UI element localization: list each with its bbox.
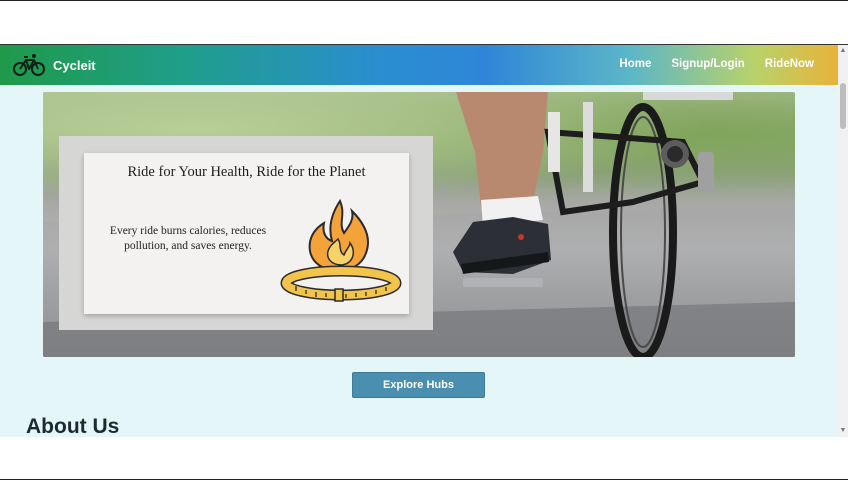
scroll-up-icon[interactable]: ▲ bbox=[839, 47, 847, 55]
scroll-down-icon[interactable]: ▼ bbox=[839, 427, 847, 435]
navbar: Cycleit Home Signup/Login RideNow bbox=[0, 45, 838, 85]
nav-link-home[interactable]: Home bbox=[619, 58, 651, 70]
nav-link-ridenow[interactable]: RideNow bbox=[765, 58, 814, 70]
measuring-tape-icon bbox=[280, 265, 402, 302]
flame-icon bbox=[308, 198, 370, 273]
browser-bottom-area bbox=[0, 437, 848, 480]
brand[interactable]: Cycleit bbox=[13, 53, 96, 77]
nav-links: Home Signup/Login RideNow bbox=[619, 58, 814, 70]
about-us-heading: About Us bbox=[26, 415, 120, 437]
card-illustration bbox=[280, 193, 402, 310]
explore-hubs-button[interactable]: Explore Hubs bbox=[352, 372, 485, 398]
hero-card: Ride for Your Health, Ride for the Plane… bbox=[84, 153, 409, 314]
hero-card-title: Ride for Your Health, Ride for the Plane… bbox=[127, 164, 366, 180]
hero-banner: Ride for Your Health, Ride for the Plane… bbox=[43, 92, 795, 357]
bicycle-icon bbox=[13, 53, 45, 77]
browser-top-area bbox=[0, 0, 848, 44]
scrollbar-thumb[interactable] bbox=[840, 83, 846, 129]
nav-link-signup-login[interactable]: Signup/Login bbox=[671, 58, 744, 70]
hero-card-text: Every ride burns calories, reduces pollu… bbox=[109, 225, 267, 252]
page-scrollbar[interactable]: ▲ ▼ bbox=[838, 45, 848, 437]
brand-name: Cycleit bbox=[53, 57, 96, 73]
page-viewport: Cycleit Home Signup/Login RideNow Ride f… bbox=[0, 45, 838, 437]
